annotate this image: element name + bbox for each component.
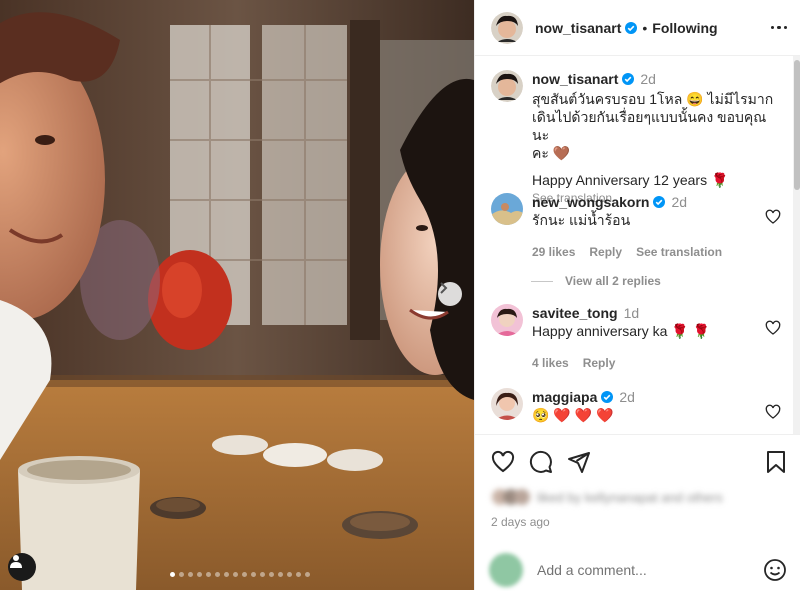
caption-text-line1: สุขสันต์วันครบรอบ 1โหล 😄 ไม่มีไรมาก bbox=[532, 91, 774, 107]
tagged-people-button[interactable] bbox=[8, 553, 36, 581]
see-translation-button[interactable]: See translation bbox=[636, 243, 722, 261]
post-side-panel: now_tisanart • Following now_tisanart 2d bbox=[474, 0, 800, 590]
caption-time[interactable]: 2d bbox=[640, 71, 656, 87]
comment-username[interactable]: maggiapa bbox=[532, 389, 597, 405]
share-paper-plane-icon[interactable] bbox=[567, 450, 591, 474]
liked-by-text: liked by kellynanapat and others bbox=[537, 489, 723, 505]
comment-time[interactable]: 2d bbox=[671, 194, 687, 210]
caption-username[interactable]: now_tisanart bbox=[532, 71, 618, 87]
comment-time[interactable]: 2d bbox=[619, 389, 635, 405]
chevron-right-icon bbox=[440, 282, 448, 294]
author-avatar[interactable] bbox=[491, 11, 523, 44]
avatar-image bbox=[491, 388, 523, 420]
author-username[interactable]: now_tisanart bbox=[535, 20, 621, 36]
comment-likes[interactable]: 4 likes bbox=[532, 354, 569, 372]
comment-text: 🥺 ❤️ ❤️ ❤️ bbox=[532, 407, 614, 423]
like-heart-icon[interactable] bbox=[491, 450, 515, 474]
comment-text: รักนะ แม่น้ำร้อน bbox=[532, 212, 631, 228]
photo-illustration bbox=[0, 0, 474, 590]
caption-text-line4: Happy Anniversary 12 years 🌹 bbox=[532, 172, 729, 188]
verified-badge-icon bbox=[653, 196, 666, 208]
user-icon bbox=[10, 555, 22, 568]
verified-badge-icon bbox=[625, 21, 638, 34]
caption: now_tisanart 2d สุขสันต์วันครบรอบ 1โหล 😄 … bbox=[491, 70, 781, 207]
comment-username[interactable]: new_wongsakorn bbox=[532, 194, 649, 210]
more-options-icon[interactable] bbox=[770, 25, 787, 30]
current-user-avatar bbox=[489, 553, 523, 587]
comment-username[interactable]: savitee_tong bbox=[532, 305, 618, 321]
reply-button[interactable]: Reply bbox=[583, 354, 616, 372]
post-photo[interactable] bbox=[0, 0, 474, 590]
comment-bubble-icon[interactable] bbox=[529, 450, 553, 474]
post-header: now_tisanart • Following bbox=[475, 0, 800, 56]
like-comment-heart-icon[interactable] bbox=[765, 209, 781, 225]
view-replies-label: View all 2 replies bbox=[565, 274, 661, 288]
commenter-avatar[interactable] bbox=[491, 193, 523, 225]
post-date[interactable]: 2 days ago bbox=[491, 515, 800, 529]
scrollbar-thumb[interactable] bbox=[794, 60, 800, 190]
view-replies-button[interactable]: View all 2 replies bbox=[531, 274, 661, 288]
liked-by-row[interactable]: liked by kellynanapat and others bbox=[491, 488, 800, 506]
following-button[interactable]: Following bbox=[652, 20, 717, 36]
avatar-image bbox=[491, 304, 523, 336]
add-comment-bar bbox=[475, 549, 800, 591]
comment-item: maggiapa 2d 🥺 ❤️ ❤️ ❤️ bbox=[491, 388, 781, 424]
caption-avatar[interactable] bbox=[491, 70, 523, 102]
like-comment-heart-icon[interactable] bbox=[765, 320, 781, 336]
comment-likes[interactable]: 29 likes bbox=[532, 243, 575, 261]
next-photo-button[interactable] bbox=[438, 282, 462, 306]
avatar-image bbox=[491, 193, 523, 225]
reply-button[interactable]: Reply bbox=[589, 243, 622, 261]
avatar-image bbox=[491, 70, 523, 102]
commenter-avatar[interactable] bbox=[491, 388, 523, 420]
liker-avatars bbox=[492, 489, 530, 505]
caption-text-line3: คะ 🤎 bbox=[532, 145, 571, 161]
comments-list[interactable]: now_tisanart 2d สุขสันต์วันครบรอบ 1โหล 😄 … bbox=[475, 56, 793, 434]
comment-item: savitee_tong 1d Happy anniversary ka 🌹 🌹 … bbox=[491, 304, 781, 372]
post-actions: liked by kellynanapat and others 2 days … bbox=[475, 434, 800, 587]
avatar-image bbox=[491, 11, 523, 44]
comment-time[interactable]: 1d bbox=[624, 305, 640, 321]
caption-text-line2: เดินไปด้วยกันเรื่อยๆแบบนั้นคง ขอบคุณนะ bbox=[532, 109, 767, 143]
emoji-picker-icon[interactable] bbox=[763, 558, 787, 582]
comment-item: new_wongsakorn 2d รักนะ แม่น้ำร้อน 29 lik… bbox=[491, 193, 781, 261]
verified-badge-icon bbox=[601, 391, 614, 403]
carousel-indicator bbox=[170, 572, 310, 577]
comments-scrollbar[interactable] bbox=[793, 56, 800, 434]
commenter-avatar[interactable] bbox=[491, 304, 523, 336]
add-comment-input[interactable] bbox=[535, 561, 763, 579]
save-bookmark-icon[interactable] bbox=[765, 450, 787, 474]
comment-text: Happy anniversary ka 🌹 🌹 bbox=[532, 323, 711, 339]
like-comment-heart-icon[interactable] bbox=[765, 404, 781, 420]
verified-badge-icon bbox=[622, 73, 635, 85]
separator-dot: • bbox=[642, 19, 648, 36]
